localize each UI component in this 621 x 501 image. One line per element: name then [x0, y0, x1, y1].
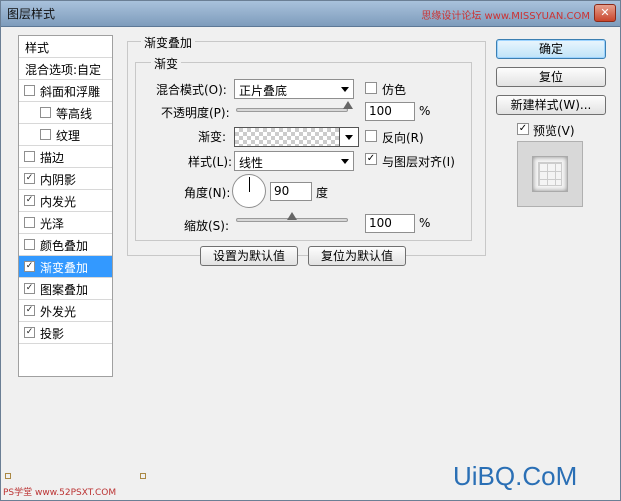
- sidebar-item[interactable]: 颜色叠加: [19, 234, 112, 256]
- dither-checkbox[interactable]: [365, 82, 377, 94]
- sidebar-item-label: 斜面和浮雕: [40, 85, 101, 99]
- sidebar-checkbox[interactable]: [40, 129, 51, 140]
- sidebar-item[interactable]: ✓ 投影: [19, 322, 112, 344]
- scale-unit: %: [419, 216, 431, 230]
- watermark-bottom-left: PS学堂 www.52PSXT.COM: [3, 488, 117, 498]
- opacity-slider-thumb[interactable]: [343, 101, 353, 109]
- sidebar-item[interactable]: 描边: [19, 146, 112, 168]
- sidebar-item[interactable]: 等高线: [19, 102, 112, 124]
- preview-checkbox[interactable]: ✓: [517, 123, 529, 135]
- sidebar-item-label: 描边: [40, 151, 65, 165]
- sidebar-checkbox[interactable]: ✓: [24, 283, 35, 294]
- sidebar-checkbox[interactable]: [40, 107, 51, 118]
- scale-slider-thumb[interactable]: [287, 212, 297, 220]
- style-value: 线性: [239, 156, 264, 170]
- resize-corner-mark: [5, 473, 11, 479]
- sidebar-item[interactable]: ✓ 图案叠加: [19, 278, 112, 300]
- sidebar-checkbox[interactable]: ✓: [24, 305, 35, 316]
- sidebar-item-label: 图案叠加: [40, 283, 89, 297]
- sidebar-checkbox[interactable]: [24, 217, 35, 228]
- sidebar-item-label: 渐变叠加: [40, 261, 89, 275]
- sidebar-item[interactable]: ✓ 内阴影: [19, 168, 112, 190]
- sidebar-item-label: 纹理: [56, 129, 81, 143]
- subgroup-title: 渐变: [151, 55, 182, 72]
- sidebar-item-label: 外发光: [40, 305, 77, 319]
- reverse-checkbox[interactable]: [365, 130, 377, 142]
- sidebar-checkbox[interactable]: [24, 151, 35, 162]
- style-label: 样式(L):: [188, 155, 233, 169]
- dither-label: 仿色: [382, 83, 407, 97]
- resize-corner-mark: [140, 473, 146, 479]
- close-button[interactable]: ✕: [594, 4, 616, 22]
- styles-sidebar: 样式混合选项:自定斜面和浮雕等高线纹理描边 ✓ 内阴影 ✓ 内发光光泽颜色叠加 ✓ 渐变叠加…: [18, 35, 113, 377]
- watermark-bottom-right: UiBQ.CoM: [453, 461, 578, 491]
- sidebar-item-label: 投影: [40, 327, 65, 341]
- angle-label: 角度(N):: [184, 186, 231, 200]
- sidebar-checkbox[interactable]: [24, 239, 35, 250]
- chevron-down-icon: [341, 159, 349, 164]
- scale-label: 缩放(S):: [184, 219, 230, 233]
- blend-mode-label: 混合模式(O):: [156, 83, 227, 97]
- sidebar-checkbox[interactable]: ✓: [24, 327, 35, 338]
- opacity-slider-track[interactable]: [236, 108, 348, 112]
- scale-input[interactable]: 100: [365, 214, 415, 233]
- sidebar-item[interactable]: ✓ 渐变叠加: [19, 256, 112, 278]
- sidebar-item-label: 光泽: [40, 217, 65, 231]
- reset-default-button[interactable]: 复位为默认值: [308, 246, 406, 266]
- opacity-unit: %: [419, 104, 431, 118]
- dialog-title: 图层样式: [7, 7, 56, 21]
- sidebar-item-label: 等高线: [56, 107, 93, 121]
- sidebar-item[interactable]: 纹理: [19, 124, 112, 146]
- blend-mode-value: 正片叠底: [239, 84, 288, 98]
- sidebar-item[interactable]: ✓ 外发光: [19, 300, 112, 322]
- align-with-layer-checkbox[interactable]: ✓: [365, 153, 377, 165]
- layer-style-dialog: 图层样式 思缘设计论坛 www.MISSYUAN.COM ✕ 样式混合选项:自定…: [0, 0, 621, 501]
- group-title: 渐变叠加: [141, 34, 196, 51]
- sidebar-item-label: 样式: [25, 41, 50, 55]
- align-with-layer-label: 与图层对齐(I): [382, 155, 455, 169]
- title-bar[interactable]: 图层样式 思缘设计论坛 www.MISSYUAN.COM ✕: [1, 1, 620, 27]
- sidebar-checkbox[interactable]: [24, 85, 35, 96]
- sidebar-item-label: 内阴影: [40, 173, 77, 187]
- sidebar-item[interactable]: 样式: [19, 36, 112, 58]
- angle-dial[interactable]: [232, 174, 266, 208]
- opacity-input[interactable]: 100: [365, 102, 415, 121]
- preview-pattern: [538, 162, 562, 186]
- preview-label: 预览(V): [533, 124, 575, 138]
- dialog-body: 样式混合选项:自定斜面和浮雕等高线纹理描边 ✓ 内阴影 ✓ 内发光光泽颜色叠加 ✓ 渐变叠加…: [5, 31, 616, 496]
- ok-button[interactable]: 确定: [496, 39, 606, 59]
- angle-unit: 度: [316, 186, 329, 200]
- sidebar-item[interactable]: 光泽: [19, 212, 112, 234]
- style-select[interactable]: 线性: [234, 151, 354, 171]
- blend-mode-select[interactable]: 正片叠底: [234, 79, 354, 99]
- sidebar-item-label: 混合选项:自定: [25, 63, 102, 77]
- new-style-button[interactable]: 新建样式(W)...: [496, 95, 606, 115]
- watermark-top: 思缘设计论坛 www.MISSYUAN.COM: [421, 11, 590, 22]
- reverse-label: 反向(R): [382, 131, 424, 145]
- opacity-label: 不透明度(P):: [161, 106, 230, 120]
- sidebar-item[interactable]: ✓ 内发光: [19, 190, 112, 212]
- sidebar-item-label: 内发光: [40, 195, 77, 209]
- angle-needle: [249, 177, 250, 192]
- sidebar-item-label: 颜色叠加: [40, 239, 89, 253]
- sidebar-item[interactable]: 混合选项:自定: [19, 58, 112, 80]
- chevron-down-icon: [345, 135, 353, 140]
- sidebar-item[interactable]: 斜面和浮雕: [19, 80, 112, 102]
- angle-input[interactable]: 90: [270, 182, 312, 201]
- gradient-label: 渐变:: [198, 130, 227, 144]
- sidebar-checkbox[interactable]: ✓: [24, 261, 35, 272]
- sidebar-checkbox[interactable]: ✓: [24, 173, 35, 184]
- chevron-down-icon: [341, 87, 349, 92]
- sidebar-checkbox[interactable]: ✓: [24, 195, 35, 206]
- set-default-button[interactable]: 设置为默认值: [200, 246, 298, 266]
- style-preview-thumbnail: [517, 141, 583, 207]
- reset-button[interactable]: 复位: [496, 67, 606, 87]
- gradient-dropdown-button[interactable]: [339, 127, 359, 147]
